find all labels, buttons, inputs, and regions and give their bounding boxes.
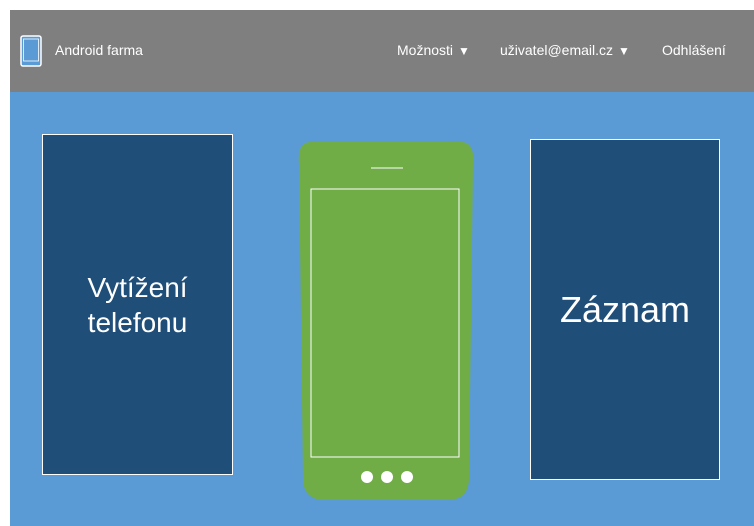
chevron-down-icon: ▼: [458, 44, 470, 58]
app-frame: Android farma Možnosti ▼ uživatel@email.c…: [10, 10, 754, 526]
options-menu[interactable]: Možnosti ▼: [397, 42, 470, 58]
phone-dot: [401, 471, 413, 483]
app-title: Android farma: [55, 42, 143, 58]
phone-body: [298, 142, 474, 500]
phone-dot: [361, 471, 373, 483]
logout-link[interactable]: Odhlášení: [662, 42, 726, 58]
chevron-down-icon: ▼: [618, 44, 630, 58]
user-menu[interactable]: uživatel@email.cz ▼: [500, 42, 630, 58]
record-panel[interactable]: Záznam: [530, 139, 720, 480]
options-menu-label: Možnosti: [397, 42, 454, 58]
phone-load-label-line2: telefonu: [87, 306, 188, 338]
user-email: uživatel@email.cz: [500, 42, 614, 58]
top-bar: Android farma Možnosti ▼ uživatel@email.c…: [10, 10, 754, 92]
phone-dot: [381, 471, 393, 483]
tablet-icon: [20, 35, 42, 67]
phone-load-label: Vytížení telefonu: [87, 270, 187, 340]
phone-load-panel[interactable]: Vytížení telefonu: [42, 134, 233, 475]
phone-load-label-line1: Vytížení: [87, 271, 188, 303]
phone-illustration[interactable]: [297, 142, 475, 500]
record-label: Záznam: [559, 289, 691, 330]
